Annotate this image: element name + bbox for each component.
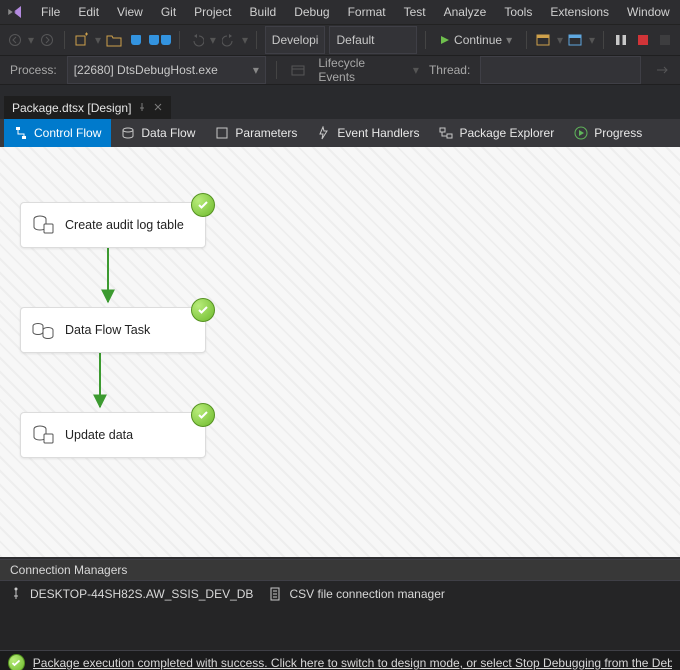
menu-extensions[interactable]: Extensions — [541, 2, 618, 22]
close-icon[interactable] — [153, 101, 163, 115]
tab-package-explorer[interactable]: Package Explorer — [429, 119, 564, 147]
dataflow-icon — [121, 126, 135, 140]
task-update-data[interactable]: Update data — [20, 412, 206, 458]
save-icon[interactable] — [127, 29, 145, 51]
process-bar: Process: [22680] DtsDebugHost.exe ▾ Life… — [0, 56, 680, 85]
thread-label: Thread: — [425, 63, 474, 77]
redo-icon[interactable] — [220, 29, 238, 51]
menu-window[interactable]: Window — [618, 2, 679, 22]
menu-test[interactable]: Test — [395, 2, 435, 22]
play-icon — [574, 126, 588, 140]
main-toolbar: ▾ ▾ ▾ ▾ Developi Default Continue ▾ ▾ ▾ — [0, 25, 680, 56]
process-combo[interactable]: [22680] DtsDebugHost.exe ▾ — [67, 56, 266, 84]
document-tab-title: Package.dtsx [Design] — [12, 101, 131, 115]
stop-icon[interactable] — [634, 29, 652, 51]
parameters-icon — [215, 126, 229, 140]
connection-manager-label: DESKTOP-44SH82S.AW_SSIS_DEV_DB — [30, 587, 253, 601]
vs-logo — [6, 3, 24, 21]
thread-combo[interactable] — [480, 56, 640, 84]
flow-icon — [14, 126, 28, 140]
continue-button[interactable]: Continue ▾ — [434, 29, 518, 51]
task-data-flow[interactable]: Data Flow Task — [20, 307, 206, 353]
open-icon[interactable] — [105, 29, 123, 51]
pause-icon[interactable] — [612, 29, 630, 51]
sql-task-icon — [31, 213, 55, 237]
browser-select-icon[interactable] — [535, 29, 553, 51]
success-badge-icon — [191, 298, 215, 322]
status-bar: Package execution completed with success… — [0, 650, 680, 670]
lifecycle-events-icon[interactable] — [287, 59, 308, 81]
pin-icon[interactable] — [137, 101, 147, 115]
script-icon[interactable] — [567, 29, 585, 51]
connection-manager-label: CSV file connection manager — [289, 587, 444, 601]
tab-event-handlers[interactable]: Event Handlers — [307, 119, 429, 147]
task-label: Create audit log table — [65, 218, 184, 232]
explorer-icon — [439, 126, 453, 140]
task-create-audit-log[interactable]: Create audit log table — [20, 202, 206, 248]
connection-managers-title: Connection Managers — [0, 560, 680, 581]
nav-back-icon[interactable] — [6, 29, 24, 51]
menu-view[interactable]: View — [108, 2, 152, 22]
config-combo[interactable]: Developi — [265, 26, 326, 54]
menu-format[interactable]: Format — [339, 2, 395, 22]
tab-control-flow[interactable]: Control Flow — [4, 119, 111, 147]
connection-managers-panel: Connection Managers DESKTOP-44SH82S.AW_S… — [0, 559, 680, 650]
menu-bar: File Edit View Git Project Build Debug F… — [0, 0, 680, 25]
task-label: Update data — [65, 428, 133, 442]
save-all-icon[interactable] — [149, 29, 171, 51]
lifecycle-label: Lifecycle Events — [314, 56, 407, 84]
new-item-icon[interactable] — [73, 29, 91, 51]
menu-analyze[interactable]: Analyze — [435, 2, 496, 22]
connection-manager-item[interactable]: DESKTOP-44SH82S.AW_SSIS_DEV_DB — [10, 587, 253, 601]
tab-parameters[interactable]: Parameters — [205, 119, 307, 147]
dataflow-task-icon — [31, 318, 55, 342]
status-success-icon — [8, 654, 25, 670]
event-icon — [317, 126, 331, 140]
success-badge-icon — [191, 193, 215, 217]
restart-icon[interactable] — [656, 29, 674, 51]
menu-build[interactable]: Build — [241, 2, 286, 22]
status-message-link[interactable]: Package execution completed with success… — [33, 656, 672, 670]
menu-debug[interactable]: Debug — [285, 2, 338, 22]
document-tab[interactable]: Package.dtsx [Design] — [4, 96, 171, 119]
nav-fwd-icon[interactable] — [38, 29, 56, 51]
stack-frame-icon[interactable] — [653, 59, 674, 81]
menu-git[interactable]: Git — [152, 2, 185, 22]
connection-manager-item[interactable]: CSV file connection manager — [269, 587, 444, 601]
menu-project[interactable]: Project — [185, 2, 240, 22]
success-badge-icon — [191, 403, 215, 427]
file-connection-icon — [269, 587, 283, 601]
menu-edit[interactable]: Edit — [69, 2, 108, 22]
sql-task-icon — [31, 423, 55, 447]
design-canvas[interactable]: Create audit log table Data Flow Task Up… — [0, 147, 680, 559]
designer-tabstrip: Control Flow Data Flow Parameters Event … — [0, 119, 680, 147]
tab-progress[interactable]: Progress — [564, 119, 652, 147]
document-tabstrip: Package.dtsx [Design] — [0, 85, 680, 119]
menu-tools[interactable]: Tools — [495, 2, 541, 22]
menu-file[interactable]: File — [32, 2, 69, 22]
task-label: Data Flow Task — [65, 323, 150, 337]
db-connection-icon — [10, 587, 24, 601]
process-label: Process: — [6, 63, 61, 77]
platform-combo[interactable]: Default — [329, 26, 417, 54]
undo-icon[interactable] — [188, 29, 206, 51]
tab-data-flow[interactable]: Data Flow — [111, 119, 205, 147]
